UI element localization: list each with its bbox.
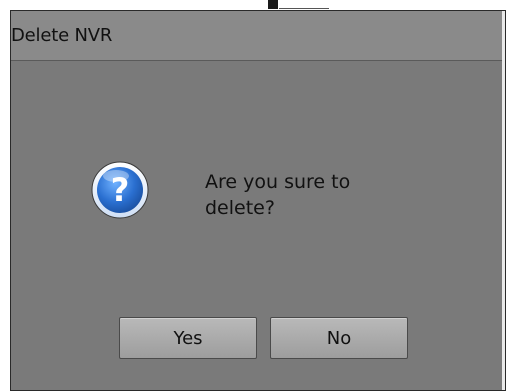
dialog-right-edge bbox=[502, 11, 505, 390]
no-button[interactable]: No bbox=[270, 317, 408, 359]
yes-button[interactable]: Yes bbox=[119, 317, 257, 359]
question-icon: ? bbox=[91, 161, 149, 219]
dialog-title: Delete NVR bbox=[11, 25, 113, 46]
confirm-message: Are you sure to delete? bbox=[205, 171, 351, 219]
dialog-titlebar[interactable]: Delete NVR bbox=[11, 11, 505, 61]
background-window-line bbox=[279, 8, 329, 9]
delete-nvr-dialog: Delete NVR ? Are you sure to delete? Yes… bbox=[10, 10, 506, 391]
svg-text:?: ? bbox=[111, 171, 130, 209]
background-window-mark bbox=[268, 0, 278, 9]
